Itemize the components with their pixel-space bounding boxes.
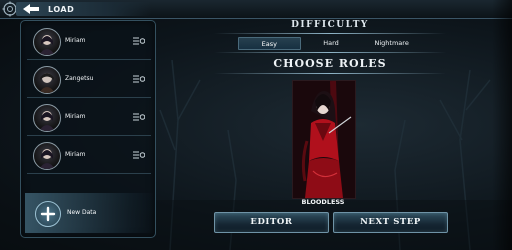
back-arrow-icon [23,4,39,14]
edge-shadow [492,0,512,250]
choose-roles-title: CHOOSE ROLES [273,57,387,70]
avatar [33,66,61,94]
divider [214,52,446,53]
character-name: BLOODLESS [301,198,345,206]
new-data-label: New Data [67,209,97,216]
character-portrait [293,81,355,198]
avatar [33,142,61,170]
divider [214,73,446,74]
tab-hard[interactable]: Hard [301,37,362,50]
tab-nightmare[interactable]: Nightmare [361,37,422,50]
options-icon[interactable] [133,37,145,45]
save-slot-panel: Miriam Zangetsu Miriam Miriam New Data [20,20,156,238]
save-slot-2[interactable]: Zangetsu [27,63,151,98]
save-slot-name: Miriam [65,37,86,44]
save-slot-name: Miriam [65,151,86,158]
top-bar: LOAD [0,0,512,19]
options-icon[interactable] [133,113,145,121]
avatar [33,104,61,132]
save-slot-3[interactable]: Miriam [27,101,151,136]
character-card-bloodless[interactable] [292,80,356,199]
save-slot-name: Zangetsu [65,75,94,82]
difficulty-title: DIFFICULTY [291,20,369,30]
difficulty-tabs: Easy Hard Nightmare [238,37,422,50]
editor-button[interactable]: EDITOR [214,212,329,233]
divider [214,33,446,34]
options-icon[interactable] [133,151,145,159]
save-slot-name: Miriam [65,113,86,120]
back-button[interactable]: LOAD [16,2,151,16]
avatar [33,28,61,56]
plus-icon [35,201,61,227]
save-slot-1[interactable]: Miriam [27,25,151,60]
next-step-button[interactable]: NEXT STEP [333,212,448,233]
new-data-button[interactable]: New Data [25,193,155,233]
save-slot-4[interactable]: Miriam [27,139,151,174]
options-icon[interactable] [133,75,145,83]
page-title: LOAD [48,4,75,14]
tab-easy[interactable]: Easy [238,37,301,50]
